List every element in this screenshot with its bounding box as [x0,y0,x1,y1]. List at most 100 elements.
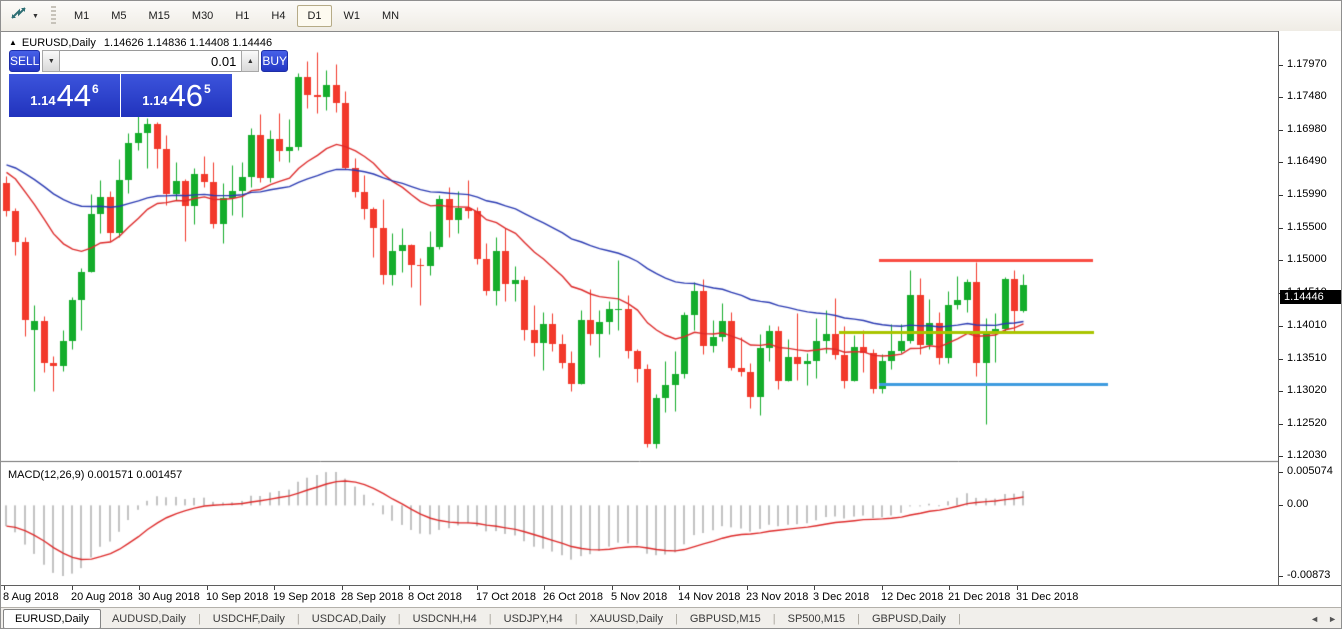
sell-price-big: 44 [57,78,91,114]
tab-scroll-arrows: ◄► [1301,614,1337,624]
date-axis-tick [544,586,545,590]
date-axis-label: 28 Sep 2018 [341,591,403,603]
date-axis-label: 31 Dec 2018 [1016,591,1078,603]
chart-symbol-label: EURUSD,Daily [22,37,96,49]
price-axis-label: 1.12520 [1287,417,1327,429]
price-axis-label: 1.16980 [1287,123,1327,135]
price-axis-label: 1.15990 [1287,188,1327,200]
tab-usdjpy-h4[interactable]: USDJPY,H4 [493,610,574,628]
chart-plot-area[interactable]: ▲EURUSD,Daily1.14626 1.14836 1.14408 1.1… [1,31,1278,585]
date-axis-tick [882,586,883,590]
volume-increase-icon[interactable]: ▲ [241,50,259,72]
date-axis-tick [679,586,680,590]
date-axis-tick [949,586,950,590]
date-axis-label: 8 Aug 2018 [3,591,59,603]
chevron-down-icon[interactable]: ▼ [27,13,44,20]
macd-indicator-label: MACD(12,26,9) 0.001571 0.001457 [8,469,182,481]
tab-eurusd-daily[interactable]: EURUSD,Daily [3,609,101,629]
date-axis-label: 19 Sep 2018 [273,591,335,603]
macd-axis-tick [1279,472,1283,473]
tab-gbpusd-daily[interactable]: GBPUSD,Daily [861,610,957,628]
date-axis-tick [72,586,73,590]
date-axis-label: 3 Dec 2018 [813,591,869,603]
tab-scroll-right-icon[interactable]: ► [1328,614,1337,624]
buy-button[interactable]: BUY [261,50,288,72]
macd-axis-tick [1279,576,1283,577]
timeframe-button-group: M1M5M15M30H1H4D1W1MN [63,5,410,27]
sell-price-sup: 6 [92,82,99,96]
tab-usdcad-daily[interactable]: USDCAD,Daily [301,610,397,628]
timeframe-button-m15[interactable]: M15 [139,5,180,27]
date-axis-label: 5 Nov 2018 [611,591,667,603]
date-axis-label: 20 Aug 2018 [71,591,133,603]
tab-sp500-m15[interactable]: SP500,M15 [777,610,856,628]
timeframe-button-m1[interactable]: M1 [64,5,99,27]
price-axis-label: 1.13510 [1287,352,1327,364]
price-axis-tick [1279,391,1283,392]
timeframe-button-m30[interactable]: M30 [182,5,223,27]
date-axis-tick [4,586,5,590]
date-axis-tick [274,586,275,590]
collapse-trade-panel-icon[interactable]: ▲ [9,38,17,47]
price-axis-tick [1279,97,1283,98]
price-axis-tick [1279,195,1283,196]
current-price-tag: 1.14446 [1280,290,1342,304]
buy-price-sup: 5 [204,82,211,96]
macd-axis-tick [1279,505,1283,506]
price-axis-label: 1.15500 [1287,221,1327,233]
volume-decrease-icon[interactable]: ▼ [42,50,60,72]
price-axis-label: 1.16490 [1287,155,1327,167]
date-axis[interactable]: 8 Aug 201820 Aug 201830 Aug 201810 Sep 2… [1,585,1342,607]
date-axis-label: 12 Dec 2018 [881,591,943,603]
sell-price-prefix: 1.14 [30,93,55,108]
date-axis-tick [1017,586,1018,590]
date-axis-label: 23 Nov 2018 [746,591,808,603]
tab-xauusd-daily[interactable]: XAUUSD,Daily [579,610,674,628]
buy-price-display[interactable]: 1.14 46 5 [121,74,232,117]
timeframe-button-h1[interactable]: H1 [225,5,259,27]
date-axis-label: 26 Oct 2018 [543,591,603,603]
buy-price-big: 46 [169,78,203,114]
tab-gbpusd-m15[interactable]: GBPUSD,M15 [679,610,772,628]
price-axis-label: 1.17970 [1287,58,1327,70]
date-axis-tick [342,586,343,590]
price-axis-tick [1279,130,1283,131]
date-axis-tick [612,586,613,590]
chart-arrows-toolbar-button[interactable]: ▼ [8,4,46,28]
timeframe-button-mn[interactable]: MN [372,5,409,27]
tab-usdcnh-h4[interactable]: USDCNH,H4 [402,610,488,628]
price-axis-label: 1.14010 [1287,319,1327,331]
timeframe-button-w1[interactable]: W1 [334,5,371,27]
date-axis-label: 8 Oct 2018 [408,591,462,603]
volume-input[interactable] [60,50,241,72]
mt4-window: ▼ M1M5M15M30H1H4D1W1MN ▲ EURUSD,Daily 1.14… [0,0,1342,629]
timeframe-button-h4[interactable]: H4 [261,5,295,27]
tab-audusd-daily[interactable]: AUDUSD,Daily [101,610,197,628]
macd-axis-label: 0.00 [1287,498,1308,510]
timeframe-button-d1[interactable]: D1 [297,5,331,27]
macd-axis-label: -0.00873 [1287,569,1330,581]
toolbar-grip [51,6,56,26]
price-axis-tick [1279,162,1283,163]
date-axis-tick [747,586,748,590]
date-axis-tick [477,586,478,590]
date-axis-label: 14 Nov 2018 [678,591,740,603]
price-axis-tick [1279,260,1283,261]
tab-usdchf-daily[interactable]: USDCHF,Daily [202,610,296,628]
sell-button[interactable]: SELL [9,50,40,72]
date-axis-tick [409,586,410,590]
price-axis-tick [1279,456,1283,457]
price-axis[interactable]: 1.179701.174801.169801.164901.159901.155… [1278,31,1342,585]
volume-stepper: ▼ ▲ [42,50,259,72]
tab-separator: | [957,613,962,625]
macd-axis-label: 0.005074 [1287,465,1333,477]
sell-price-display[interactable]: 1.14 44 6 [9,74,121,117]
timeframe-button-m5[interactable]: M5 [101,5,136,27]
price-axis-tick [1279,359,1283,360]
chart-title: ▲EURUSD,Daily1.14626 1.14836 1.14408 1.1… [9,37,272,49]
price-axis-label: 1.13020 [1287,384,1327,396]
toolbar: ▼ M1M5M15M30H1H4D1W1MN [1,1,1341,32]
chart-tab-bar: EURUSD,DailyAUDUSD,Daily|USDCHF,Daily|US… [1,607,1342,629]
tab-scroll-left-icon[interactable]: ◄ [1310,614,1319,624]
date-axis-label: 21 Dec 2018 [948,591,1010,603]
